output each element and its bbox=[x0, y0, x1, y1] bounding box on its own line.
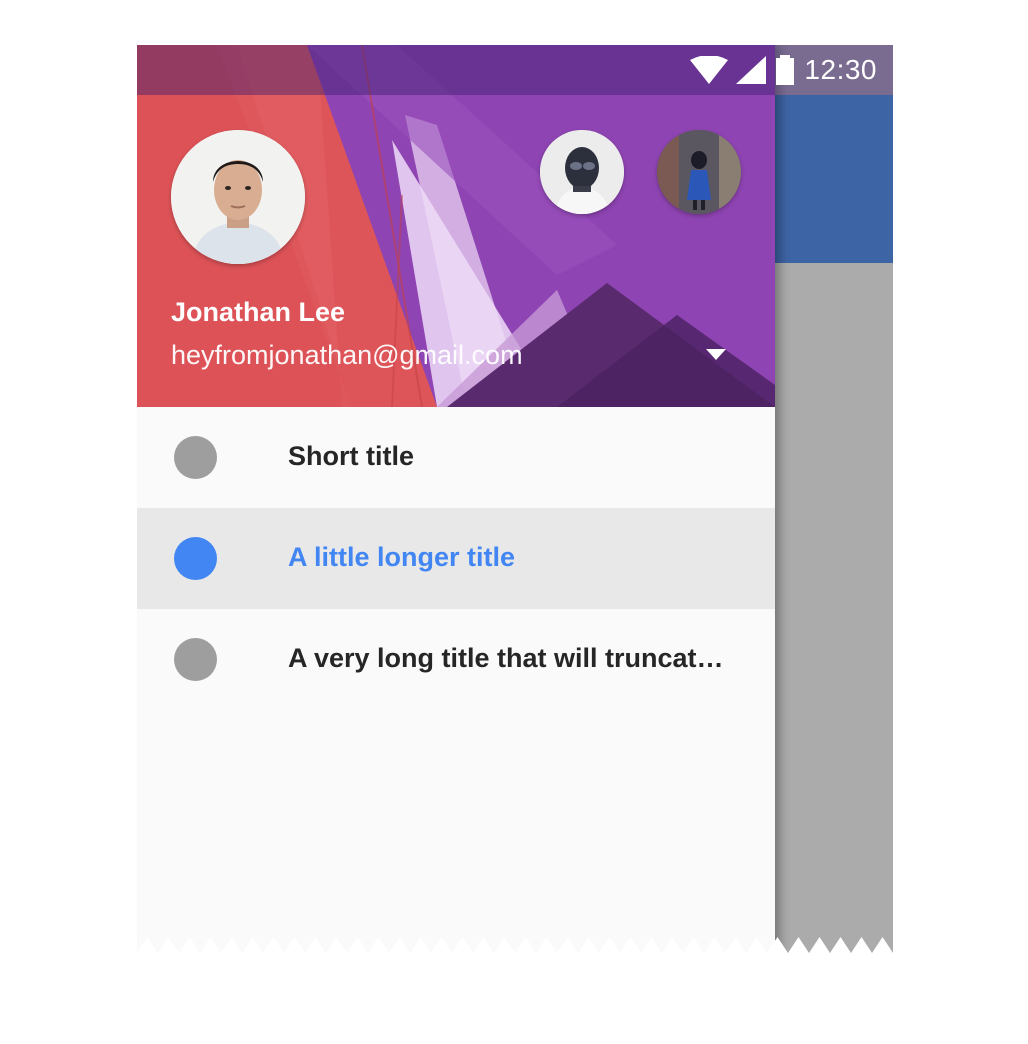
current-account-avatar[interactable] bbox=[171, 130, 305, 264]
navigation-drawer: Jonathan Lee heyfromjonathan@gmail.com S… bbox=[137, 45, 775, 955]
nav-item-short-title[interactable]: Short title bbox=[137, 407, 775, 508]
nav-item-label: A little longer title bbox=[288, 542, 516, 572]
person-photo-icon bbox=[657, 130, 741, 214]
other-account-avatar-1[interactable] bbox=[540, 130, 624, 214]
torn-edge bbox=[137, 937, 893, 955]
circle-icon bbox=[174, 537, 217, 580]
circle-icon bbox=[174, 638, 217, 681]
nav-item-very-long-title[interactable]: A very long title that will truncat… bbox=[137, 609, 775, 710]
signal-icon bbox=[736, 56, 767, 84]
status-bar: 12:30 bbox=[137, 45, 893, 95]
person-photo-icon bbox=[171, 130, 305, 264]
navigation-list: Short title A little longer title A very… bbox=[137, 407, 775, 710]
battery-icon bbox=[776, 55, 795, 85]
app-bar bbox=[775, 95, 893, 263]
nav-item-label: A very long title that will truncat… bbox=[288, 643, 724, 673]
status-time: 12:30 bbox=[804, 54, 877, 85]
phone-screen: Jonathan Lee heyfromjonathan@gmail.com S… bbox=[137, 45, 893, 955]
nav-item-longer-title[interactable]: A little longer title bbox=[137, 508, 775, 609]
nav-item-label: Short title bbox=[288, 441, 414, 471]
account-name: Jonathan Lee bbox=[171, 297, 346, 327]
wifi-icon bbox=[690, 56, 729, 84]
account-header: Jonathan Lee heyfromjonathan@gmail.com bbox=[137, 45, 775, 407]
person-photo-icon bbox=[540, 130, 624, 214]
other-account-avatar-2[interactable] bbox=[657, 130, 741, 214]
account-email: heyfromjonathan@gmail.com bbox=[171, 340, 523, 370]
circle-icon bbox=[174, 436, 217, 479]
arrow-drop-down-icon[interactable] bbox=[699, 341, 733, 369]
